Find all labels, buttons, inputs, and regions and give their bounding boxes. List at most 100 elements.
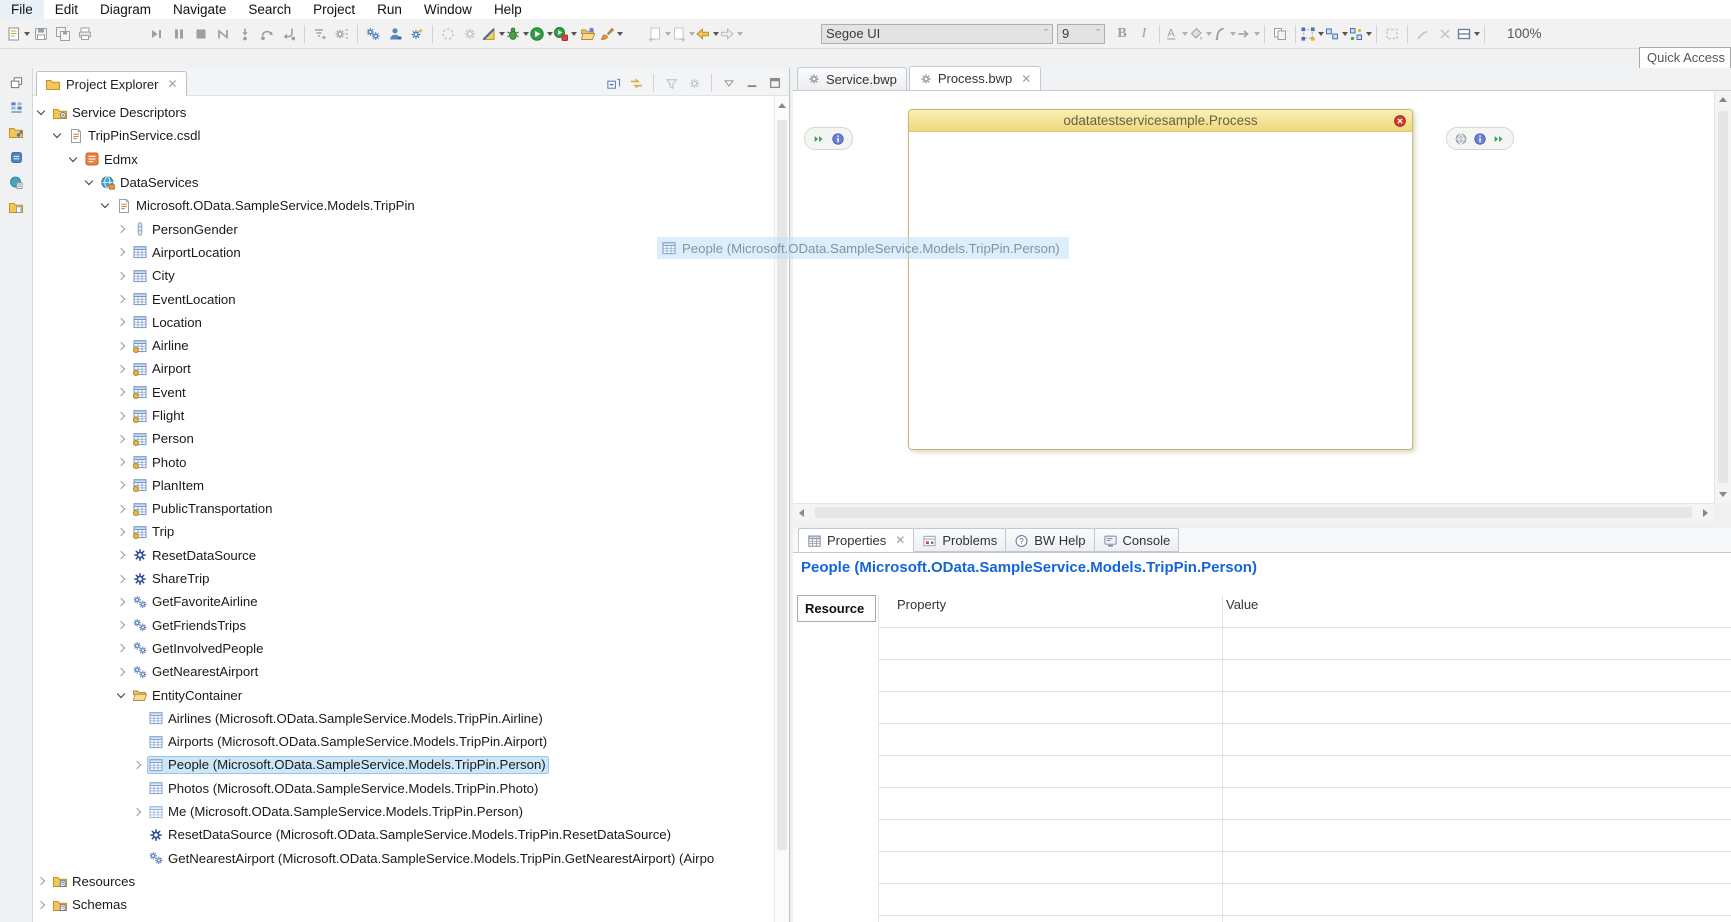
step-return-button[interactable] bbox=[278, 22, 300, 46]
tree-item[interactable]: PublicTransportation bbox=[33, 497, 789, 520]
scrollbar-thumb[interactable] bbox=[1718, 111, 1728, 483]
expander-icon[interactable] bbox=[35, 898, 49, 912]
marquee-button[interactable] bbox=[1381, 22, 1403, 46]
deploy-button[interactable] bbox=[384, 22, 406, 46]
font-color-button[interactable]: A bbox=[1164, 22, 1188, 46]
view-menu-icon[interactable] bbox=[719, 71, 739, 95]
copy-appearance-button[interactable] bbox=[1269, 22, 1291, 46]
tree-item[interactable]: Resources bbox=[33, 870, 789, 893]
expander-icon[interactable] bbox=[115, 572, 129, 586]
step-into-button[interactable] bbox=[234, 22, 256, 46]
annotate-button[interactable] bbox=[599, 22, 623, 46]
run-button[interactable] bbox=[529, 22, 553, 46]
menu-item-window[interactable]: Window bbox=[413, 0, 483, 19]
tree-item[interactable]: Person bbox=[33, 427, 789, 450]
tab-console[interactable]: Console bbox=[1094, 528, 1180, 552]
font-family-select[interactable]: Segoe UIˇ bbox=[821, 24, 1053, 44]
tree-item[interactable]: EventLocation bbox=[33, 287, 789, 310]
info-icon[interactable] bbox=[1473, 132, 1487, 146]
tree-item[interactable]: Microsoft.OData.SampleService.Models.Tri… bbox=[33, 194, 789, 217]
last-edit-location-button[interactable] bbox=[647, 22, 671, 46]
menu-item-file[interactable]: File bbox=[0, 0, 44, 19]
expander-icon[interactable] bbox=[115, 665, 129, 679]
tree-item[interactable]: GetFriendsTrips bbox=[33, 614, 789, 637]
expander-icon[interactable] bbox=[131, 758, 145, 772]
expander-icon[interactable] bbox=[115, 618, 129, 632]
canvas-vertical-scrollbar[interactable] bbox=[1714, 91, 1731, 503]
tree-item[interactable]: Airline bbox=[33, 334, 789, 357]
services-view-icon[interactable] bbox=[4, 171, 28, 193]
close-icon[interactable]: ✕ bbox=[1021, 72, 1031, 86]
back-button[interactable] bbox=[695, 22, 719, 46]
file-explorer-view-icon[interactable] bbox=[4, 121, 28, 143]
tree-item[interactable]: Photo bbox=[33, 450, 789, 473]
scroll-down-icon[interactable] bbox=[1719, 492, 1727, 497]
menu-item-search[interactable]: Search bbox=[237, 0, 302, 19]
tree-item[interactable]: GetNearestAirport bbox=[33, 660, 789, 683]
expander-icon[interactable] bbox=[115, 455, 129, 469]
expander-icon[interactable] bbox=[115, 339, 129, 353]
expander-icon[interactable] bbox=[115, 525, 129, 539]
tree-item[interactable]: EntityContainer bbox=[33, 683, 789, 706]
expander-icon[interactable] bbox=[115, 641, 129, 655]
expander-icon[interactable] bbox=[115, 688, 129, 702]
tree-item[interactable]: ResetDataSource (Microsoft.OData.SampleS… bbox=[33, 823, 789, 846]
profile-button[interactable] bbox=[553, 22, 577, 46]
tab-problems[interactable]: Problems bbox=[913, 528, 1006, 552]
project-explorer-scrollbar[interactable] bbox=[774, 96, 789, 922]
menu-item-run[interactable]: Run bbox=[366, 0, 413, 19]
expander-icon[interactable] bbox=[115, 222, 129, 236]
italic-button[interactable]: I bbox=[1133, 22, 1155, 46]
scrollbar-thumb[interactable] bbox=[815, 507, 1692, 518]
open-resource-button[interactable] bbox=[577, 22, 599, 46]
expander-icon[interactable] bbox=[115, 409, 129, 423]
save-button[interactable] bbox=[30, 22, 52, 46]
line-style-button[interactable] bbox=[1236, 22, 1260, 46]
filter-steps-button[interactable] bbox=[309, 22, 331, 46]
expander-icon[interactable] bbox=[51, 129, 65, 143]
build-application-button[interactable] bbox=[362, 22, 384, 46]
tree-item[interactable]: Me (Microsoft.OData.SampleService.Models… bbox=[33, 800, 789, 823]
tree-item[interactable]: Schemas bbox=[33, 893, 789, 916]
skip-breakpoints-button[interactable] bbox=[146, 22, 168, 46]
step-over-button[interactable] bbox=[256, 22, 278, 46]
debug-button[interactable] bbox=[505, 22, 529, 46]
filter-icon[interactable] bbox=[661, 71, 681, 95]
generate-resources-button[interactable] bbox=[406, 22, 428, 46]
process-box[interactable]: odatatestservicesample.Process bbox=[908, 109, 1413, 450]
clean-button[interactable] bbox=[437, 22, 459, 46]
align-button[interactable] bbox=[1324, 22, 1348, 46]
expander-icon[interactable] bbox=[115, 362, 129, 376]
font-size-select[interactable]: 9ˇ bbox=[1057, 24, 1105, 44]
select-tool-button[interactable] bbox=[1300, 22, 1324, 46]
collapse-all-icon[interactable] bbox=[603, 71, 623, 95]
close-process-icon[interactable] bbox=[1393, 114, 1407, 128]
process-box-title-bar[interactable]: odatatestservicesample.Process bbox=[909, 110, 1412, 132]
next-edit-location-button[interactable] bbox=[671, 22, 695, 46]
scroll-right-icon[interactable] bbox=[1703, 509, 1708, 517]
tree-item[interactable]: Airlines (Microsoft.OData.SampleService.… bbox=[33, 707, 789, 730]
editor-tab-service-bwp[interactable]: Service.bwp bbox=[797, 67, 907, 90]
expander-icon[interactable] bbox=[35, 874, 49, 888]
resume-icon[interactable] bbox=[1492, 132, 1506, 146]
expander-icon[interactable] bbox=[83, 176, 97, 190]
expander-icon[interactable] bbox=[35, 106, 49, 120]
expander-icon[interactable] bbox=[115, 548, 129, 562]
expander-icon[interactable] bbox=[67, 152, 81, 166]
expander-icon[interactable] bbox=[115, 315, 129, 329]
minimize-icon[interactable] bbox=[742, 71, 762, 95]
maximize-icon[interactable] bbox=[765, 71, 785, 95]
start-event-icon[interactable] bbox=[812, 132, 826, 146]
expander-icon[interactable] bbox=[115, 478, 129, 492]
tree-item[interactable]: PlanItem bbox=[33, 474, 789, 497]
expander-icon[interactable] bbox=[115, 432, 129, 446]
chevron-down-icon[interactable] bbox=[1474, 32, 1480, 36]
tree-item[interactable]: Location bbox=[33, 311, 789, 334]
scrollbar-thumb[interactable] bbox=[777, 120, 787, 850]
tab-bw-help[interactable]: ?BW Help bbox=[1005, 528, 1094, 552]
info-icon[interactable] bbox=[831, 132, 845, 146]
data-source-view-icon[interactable] bbox=[4, 146, 28, 168]
expander-icon[interactable] bbox=[131, 805, 145, 819]
tree-item[interactable]: TripPinService.csdl bbox=[33, 124, 789, 147]
tree-item[interactable]: City bbox=[33, 264, 789, 287]
